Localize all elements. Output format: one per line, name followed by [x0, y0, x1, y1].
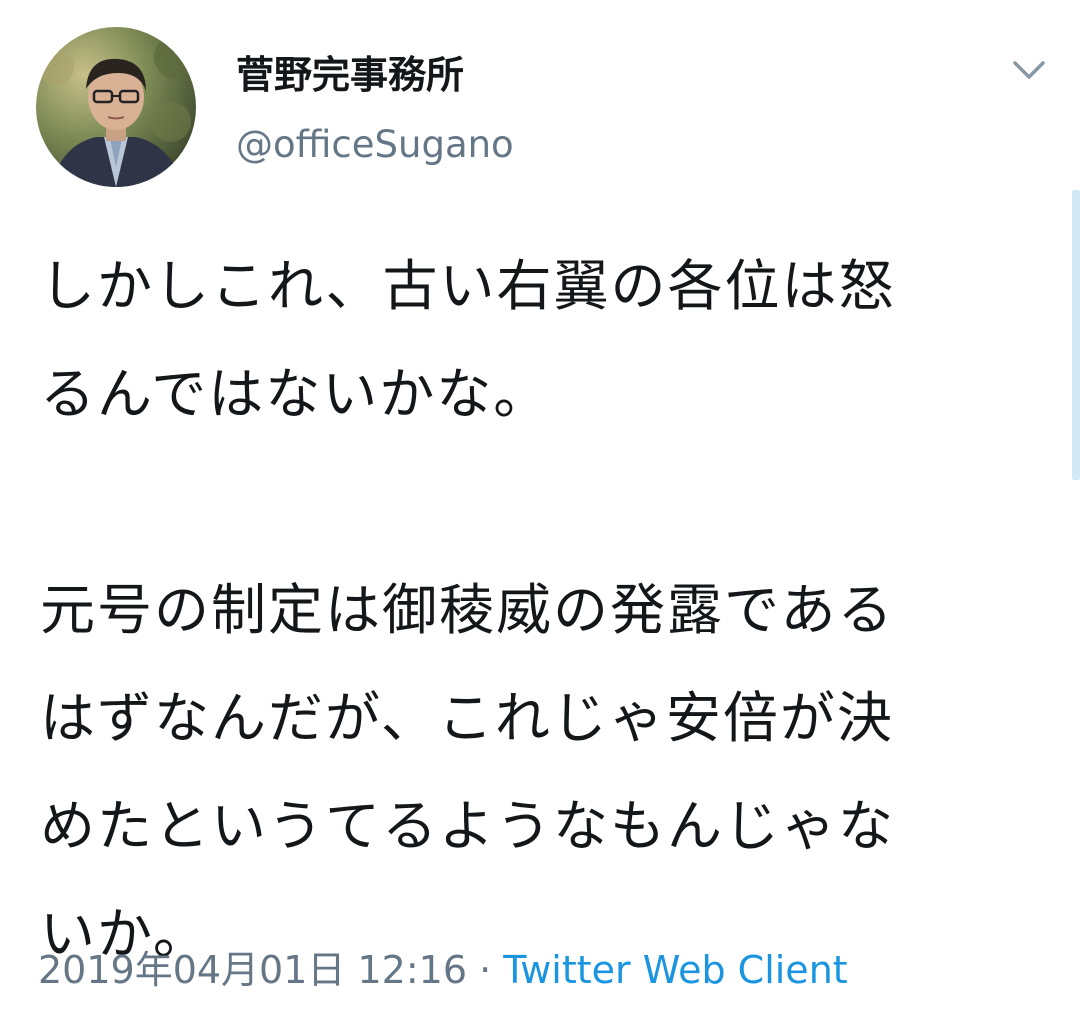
- chevron-down-icon[interactable]: [1012, 58, 1046, 82]
- tweet-paragraph: しかしこれ、古い右翼の各位は怒 るんではないかな。: [40, 254, 896, 426]
- meta-separator: ·: [479, 948, 492, 992]
- tweet-paragraph: 元号の制定は御稜威の発露である はずなんだが、これじゃ安倍が決 めたというてるよ…: [40, 578, 896, 966]
- display-name[interactable]: 菅野完事務所: [236, 44, 464, 99]
- timestamp[interactable]: 2019年04月01日 12:16: [38, 948, 467, 992]
- tweet-text: しかしこれ、古い右翼の各位は怒 るんではないかな。 元号の制定は御稜威の発露であ…: [40, 232, 1040, 988]
- avatar-image: [36, 27, 196, 187]
- user-handle[interactable]: @officeSugano: [236, 123, 514, 166]
- avatar[interactable]: [36, 27, 196, 187]
- tweet-card: 菅野完事務所 @officeSugano しかしこれ、古い右翼の各位は怒 るんで…: [0, 0, 1080, 1025]
- scrollbar[interactable]: [1072, 190, 1080, 480]
- client-link[interactable]: Twitter Web Client: [503, 948, 847, 992]
- tweet-meta: 2019年04月01日 12:16 · Twitter Web Client: [38, 939, 848, 994]
